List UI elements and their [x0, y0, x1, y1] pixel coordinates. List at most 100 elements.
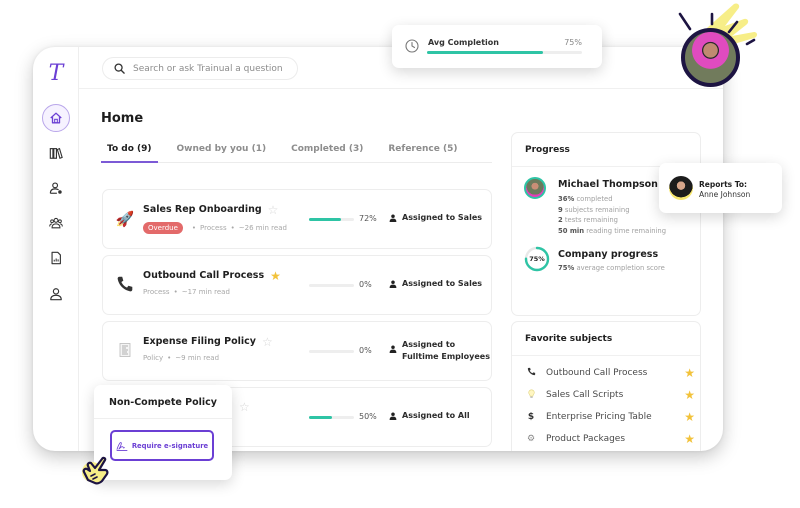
company-progress-title: Company progress — [558, 249, 659, 260]
reports-to-label: Reports To: — [699, 180, 748, 189]
company-progress-score: 75% average completion score — [558, 264, 665, 272]
sidebar-item-reports[interactable] — [42, 244, 70, 272]
hand-pointer-icon — [82, 456, 109, 485]
tab-completed[interactable]: Completed (3) — [285, 143, 369, 163]
dollar-icon: $ — [527, 412, 535, 422]
favorite-item[interactable]: Sales Call Scripts ★ — [525, 388, 695, 402]
person-icon — [389, 345, 397, 353]
person-icon — [389, 214, 397, 222]
task-card[interactable]: 🚀 Sales Rep Onboarding ☆ Overdue • Proce… — [102, 189, 492, 249]
assigned-to: Assigned to Sales — [389, 213, 482, 222]
lightbulb-icon — [525, 389, 537, 402]
user-name: Michael Thompson — [558, 179, 658, 190]
phone-icon — [525, 367, 537, 379]
separator-dot: • — [191, 224, 197, 232]
star-filled-icon[interactable]: ★ — [270, 270, 281, 282]
star-outline-icon[interactable]: ☆ — [239, 401, 250, 413]
assigned-to: Assigned to Sales — [389, 279, 482, 288]
reports-to-card: Reports To: Anne Johnson — [659, 163, 782, 213]
task-title-row: ☆ — [233, 401, 250, 413]
read-time: ~9 min read — [175, 354, 220, 362]
sidebar-item-library[interactable] — [42, 139, 70, 167]
group-icon — [49, 217, 63, 229]
favorites-panel-header: Favorite subjects — [512, 322, 700, 356]
require-esignature-button[interactable]: Require e-signature — [110, 430, 214, 461]
gear-icon: ⚙ — [526, 434, 536, 444]
favorite-item[interactable]: ⚙ Product Packages ★ — [525, 432, 695, 446]
popup-title: Non-Compete Policy — [94, 385, 232, 419]
separator-dot: • — [230, 224, 235, 232]
sidebar-item-groups[interactable] — [42, 209, 70, 237]
favorite-label: Product Packages — [546, 434, 626, 444]
manager-name: Anne Johnson — [699, 190, 751, 199]
task-card[interactable]: Expense Filing Policy ☆ Policy • ~9 min … — [102, 321, 492, 381]
trainual-logo[interactable]: T — [44, 61, 68, 87]
stat-subjects: 9 subjects remaining — [558, 205, 666, 216]
favorite-item[interactable]: Outbound Call Process ★ — [525, 366, 695, 380]
separator-dot: • — [173, 288, 178, 296]
star-outline-icon[interactable]: ☆ — [268, 204, 279, 216]
search-input[interactable] — [133, 63, 293, 74]
task-meta: Policy • ~9 min read — [143, 354, 219, 362]
stat-tests: 2 tests remaining — [558, 215, 666, 226]
favorite-label: Enterprise Pricing Table — [546, 412, 652, 422]
task-title: Outbound Call Process — [143, 270, 265, 281]
progress-fill — [309, 218, 342, 221]
progress-bar — [309, 350, 354, 353]
progress-percent: 0% — [359, 280, 372, 289]
progress-bar — [309, 218, 354, 221]
assigned-label: Assigned to All — [402, 411, 470, 420]
company-progress-ring: 75% — [524, 246, 550, 272]
star-filled-icon[interactable]: ★ — [684, 388, 695, 402]
task-title: Expense Filing Policy — [143, 336, 256, 347]
user-stats: 36% completed 9 subjects remaining 2 tes… — [558, 194, 666, 237]
stat-value: 36% — [558, 195, 575, 203]
sidebar-item-profile[interactable] — [42, 280, 70, 308]
stat-text: subjects remaining — [562, 205, 630, 214]
favorite-item[interactable]: $ Enterprise Pricing Table ★ — [525, 410, 695, 424]
favorites-panel: Favorite subjects Outbound Call Process … — [511, 321, 701, 451]
task-type: Policy — [143, 354, 164, 362]
star-filled-icon[interactable]: ★ — [684, 366, 695, 380]
search-bar[interactable] — [102, 57, 298, 80]
assigned-to: Assigned to Fulltime Employees — [389, 339, 490, 363]
star-outline-icon[interactable]: ☆ — [262, 336, 273, 348]
star-filled-icon[interactable]: ★ — [684, 410, 695, 424]
manager-avatar — [669, 176, 693, 200]
task-card[interactable]: Outbound Call Process ★ Process • ~17 mi… — [102, 255, 492, 315]
stat-value: 50 min — [558, 227, 585, 236]
profile-avatar[interactable] — [681, 28, 740, 87]
stat-completed: 36% completed — [558, 194, 666, 205]
progress-bar — [309, 284, 354, 287]
document-chart-icon — [51, 251, 61, 265]
star-filled-icon[interactable]: ★ — [684, 432, 695, 446]
progress-percent: 0% — [359, 346, 372, 355]
user-avatar[interactable] — [524, 177, 546, 199]
tab-bar: To do (9) Owned by you (1) Completed (3)… — [101, 143, 492, 163]
task-title-row: Sales Rep Onboarding ☆ — [143, 204, 279, 216]
person-icon — [50, 288, 62, 301]
tab-reference[interactable]: Reference (5) — [382, 143, 463, 163]
person-icon — [389, 280, 397, 288]
assigned-to: Assigned to All — [389, 411, 470, 420]
tab-owned-by-you[interactable]: Owned by you (1) — [171, 143, 273, 163]
button-label: Require e-signature — [131, 441, 209, 450]
books-icon — [49, 147, 63, 160]
task-type: Process — [200, 224, 227, 232]
sidebar-item-home[interactable] — [42, 104, 70, 132]
sidebar: T — [33, 47, 79, 451]
rocket-icon: 🚀 — [115, 210, 135, 228]
assigned-label: Assigned to Sales — [402, 213, 483, 222]
phone-icon — [115, 275, 135, 295]
score-value: 75% — [558, 264, 575, 272]
user-manage-icon — [49, 182, 62, 194]
progress-percent: 72% — [359, 214, 377, 223]
favorite-label: Outbound Call Process — [546, 368, 648, 378]
avg-completion-fill — [427, 51, 544, 54]
separator-dot: • — [167, 354, 172, 362]
tab-to-do[interactable]: To do (9) — [101, 143, 158, 163]
sidebar-item-users[interactable] — [42, 174, 70, 202]
read-time: ~17 min read — [181, 288, 230, 296]
progress-panel: Progress Michael Thompson 36% completed … — [511, 132, 701, 316]
stat-reading: 50 min reading time remaining — [558, 226, 666, 237]
